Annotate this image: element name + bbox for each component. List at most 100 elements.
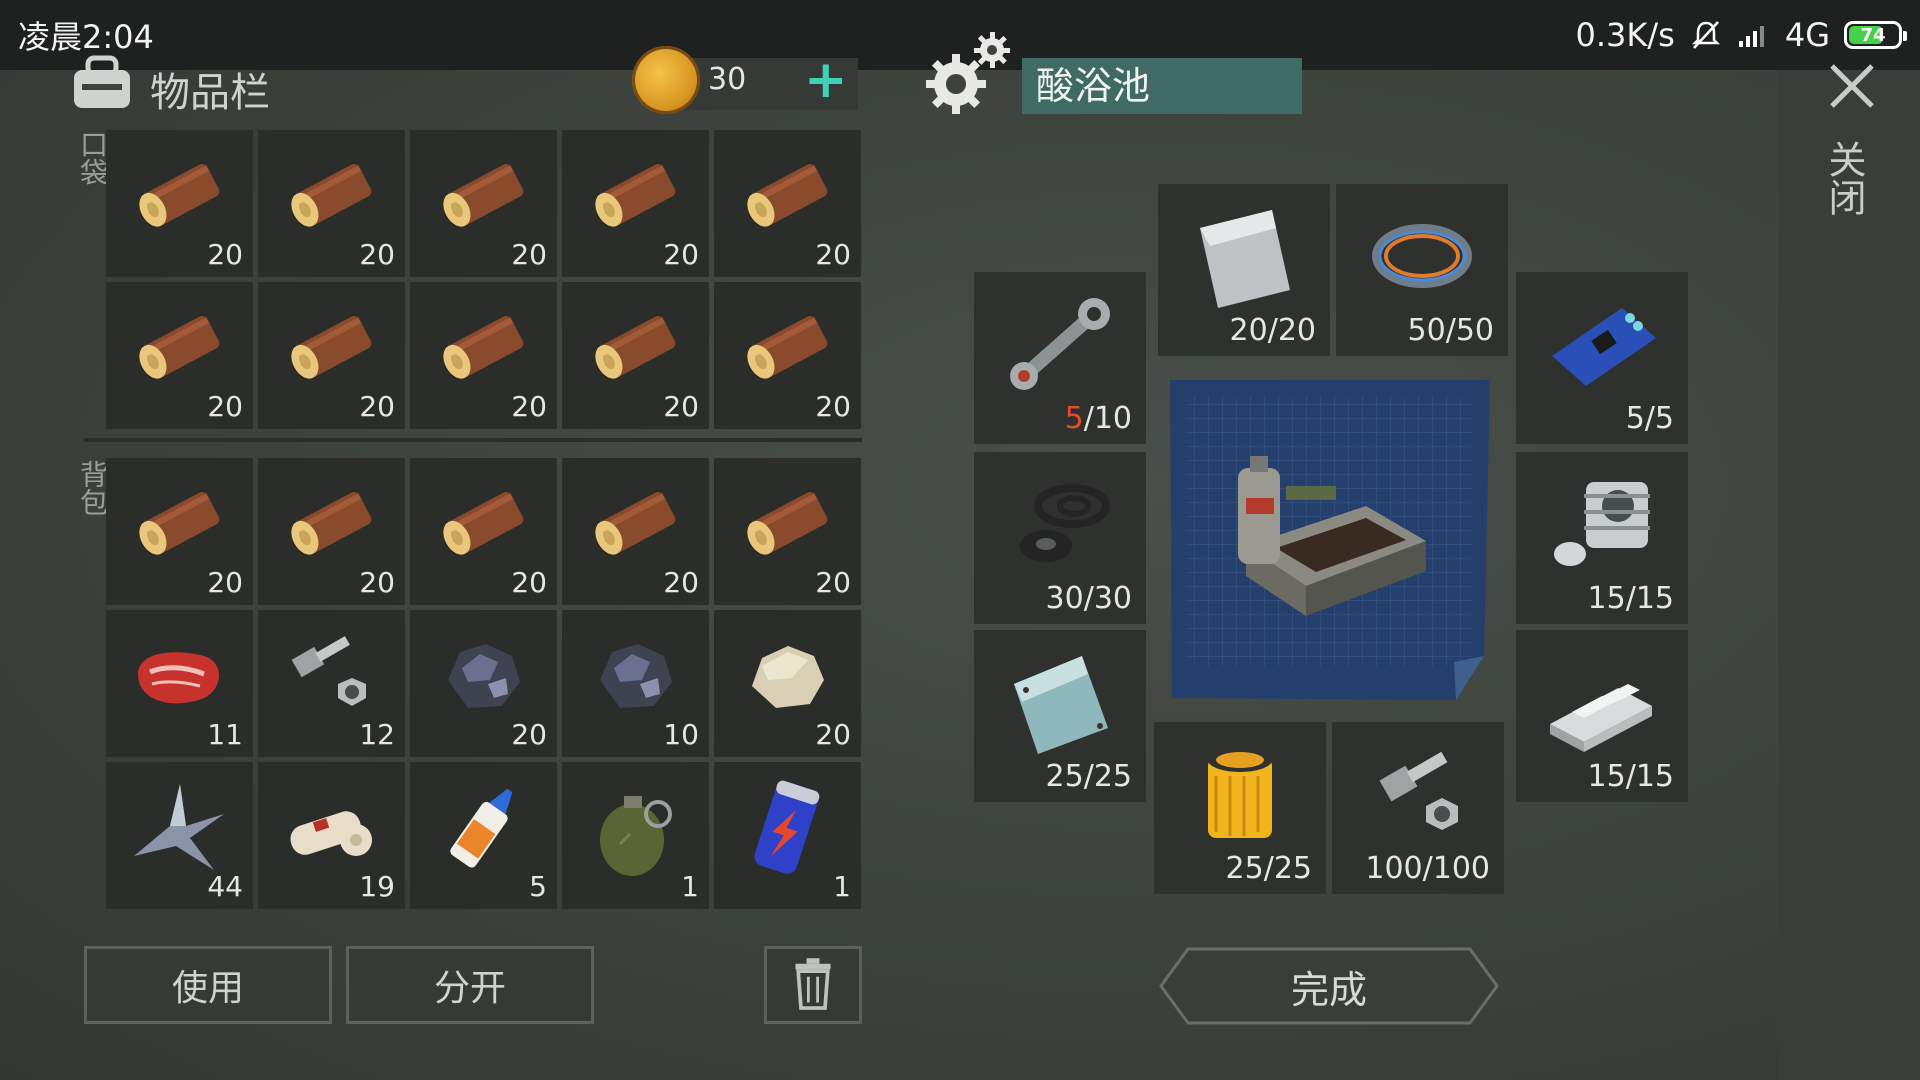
requirement-quantity: 25/25	[1045, 759, 1132, 794]
item-count: 20	[359, 238, 395, 271]
item-count: 20	[207, 390, 243, 423]
item-count: 20	[511, 718, 547, 751]
wire-icon	[1372, 224, 1472, 288]
pocket-slot[interactable]: 20	[562, 282, 709, 429]
trash-button[interactable]	[764, 946, 862, 1024]
requirement-slot[interactable]: 15/15	[1516, 630, 1688, 802]
item-count: 20	[815, 238, 851, 271]
pocket-slot[interactable]: 20	[258, 282, 405, 429]
requirement-need: 15	[1635, 581, 1674, 616]
pocket-slot[interactable]: 20	[106, 282, 253, 429]
pocket-slot[interactable]: 20	[714, 130, 861, 277]
backpack-slot[interactable]: 20	[410, 458, 557, 605]
backpack-slot[interactable]: 11	[106, 610, 253, 757]
acid-bath-blueprint-icon	[1170, 380, 1490, 700]
close-icon[interactable]	[1822, 56, 1882, 116]
use-button[interactable]: 使用	[84, 946, 332, 1024]
grenade-icon	[600, 796, 672, 876]
section-divider	[84, 438, 862, 442]
done-button[interactable]: 完成	[1158, 946, 1500, 1026]
requirement-need: 50	[1455, 313, 1494, 348]
pocket-slot[interactable]: 20	[410, 130, 557, 277]
pocket-slot[interactable]: 20	[562, 130, 709, 277]
item-count: 20	[207, 238, 243, 271]
add-coins-button[interactable]: +	[804, 54, 848, 106]
log-icon	[595, 492, 676, 555]
requirement-quantity: 50/50	[1407, 313, 1494, 348]
item-count: 20	[815, 718, 851, 751]
requirement-slot[interactable]: 100/100	[1332, 722, 1504, 894]
pocket-slot[interactable]: 20	[258, 130, 405, 277]
backpack-slot[interactable]: 20	[714, 458, 861, 605]
inventory-title: 物品栏	[150, 70, 270, 116]
craft-name-field[interactable]: 酸浴池	[1022, 58, 1302, 114]
backpack-slot[interactable]: 20	[562, 458, 709, 605]
mute-bell-icon	[1691, 21, 1720, 49]
backpack-slot[interactable]: 19	[258, 762, 405, 909]
requirement-quantity: 5/5	[1625, 401, 1674, 436]
pocket-slot[interactable]: 20	[714, 282, 861, 429]
pocket-slot[interactable]: 20	[410, 282, 557, 429]
item-count: 20	[359, 566, 395, 599]
log-icon	[443, 316, 524, 379]
item-count: 1	[681, 870, 699, 903]
requirement-slot[interactable]: 25/25	[974, 630, 1146, 802]
item-count: 12	[359, 718, 395, 751]
log-icon	[443, 492, 524, 555]
requirement-slot[interactable]: 30/30	[974, 452, 1146, 624]
scrap-metal-icon	[134, 784, 224, 870]
requirement-have: 50	[1407, 313, 1446, 348]
backpack-slot[interactable]: 20	[714, 610, 861, 757]
glue-icon	[450, 788, 513, 868]
item-count: 20	[359, 390, 395, 423]
requirement-need: 5	[1654, 401, 1674, 436]
log-icon	[747, 316, 828, 379]
item-count: 20	[815, 390, 851, 423]
requirement-slot[interactable]: 5/10	[974, 272, 1146, 444]
backpack-slot[interactable]: 44	[106, 762, 253, 909]
pocket-slot[interactable]: 20	[106, 130, 253, 277]
requirement-have: 15	[1587, 581, 1626, 616]
status-indicators: 0.3K/s 4G 74	[1576, 16, 1907, 54]
requirement-slot[interactable]: 25/25	[1154, 722, 1326, 894]
close-button[interactable]: 关闭	[1822, 140, 1872, 216]
requirement-slot[interactable]: 50/50	[1336, 184, 1508, 356]
circuit-board-icon	[1552, 308, 1656, 386]
requirement-need: 20	[1277, 313, 1316, 348]
requirement-quantity: 5/10	[1064, 401, 1132, 436]
requirement-have: 30	[1045, 581, 1084, 616]
aluminum-ingot-icon	[1550, 684, 1652, 752]
stone-icon	[752, 646, 824, 708]
log-icon	[595, 316, 676, 379]
requirement-slot[interactable]: 20/20	[1158, 184, 1330, 356]
backpack-slot[interactable]: 5	[410, 762, 557, 909]
requirement-quantity: 15/15	[1587, 581, 1674, 616]
connecting-rod-icon	[1010, 298, 1110, 390]
item-count: 20	[815, 566, 851, 599]
coin-icon	[632, 46, 700, 114]
backpack-slot[interactable]: 10	[562, 610, 709, 757]
requirement-need: 100	[1432, 851, 1490, 886]
item-count: 20	[663, 238, 699, 271]
log-icon	[291, 492, 372, 555]
requirement-slot[interactable]: 5/5	[1516, 272, 1688, 444]
side-panel	[1778, 70, 1920, 1080]
requirement-slot[interactable]: 15/15	[1516, 452, 1688, 624]
engine-cylinder-icon	[1554, 482, 1650, 566]
backpack-slot[interactable]: 12	[258, 610, 405, 757]
backpack-slot[interactable]: 20	[410, 610, 557, 757]
backpack-slot[interactable]: 20	[258, 458, 405, 605]
battery-icon: 74	[1844, 21, 1907, 49]
battery-level: 74	[1860, 24, 1886, 46]
backpack-slot[interactable]: 20	[106, 458, 253, 605]
backpack-slot[interactable]: 1	[714, 762, 861, 909]
item-count: 19	[359, 870, 395, 903]
log-icon	[139, 492, 220, 555]
trash-icon	[795, 958, 831, 1010]
bolt-nut-icon	[1379, 751, 1458, 830]
backpack-slot[interactable]: 1	[562, 762, 709, 909]
split-button[interactable]: 分开	[346, 946, 594, 1024]
requirement-have: 5	[1064, 401, 1084, 436]
requirement-quantity: 15/15	[1587, 759, 1674, 794]
log-icon	[139, 164, 220, 227]
